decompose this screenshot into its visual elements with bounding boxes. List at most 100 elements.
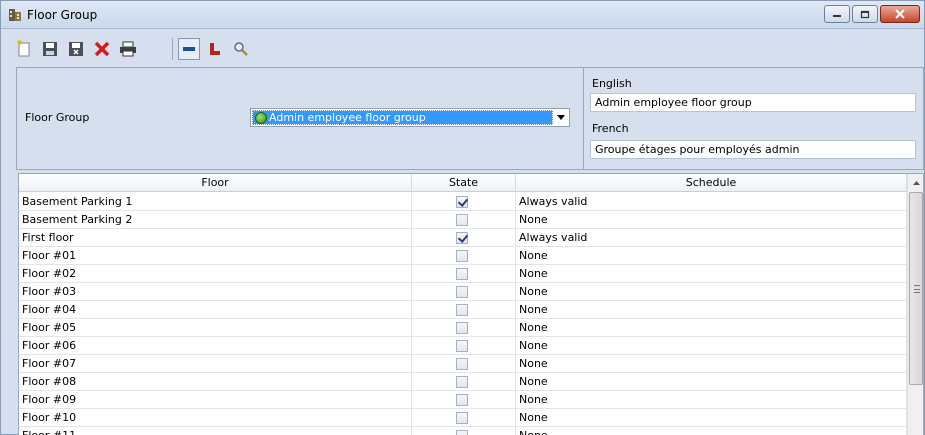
floor-group-window: Floor Group Floor Group Admin employee f… <box>0 0 925 435</box>
table-row[interactable]: Floor #04 None <box>19 301 907 319</box>
schedule-cell[interactable]: None <box>516 247 907 265</box>
state-cell <box>412 265 516 283</box>
state-cell <box>412 211 516 229</box>
schedule-cell[interactable]: None <box>516 409 907 427</box>
state-cell <box>412 229 516 247</box>
table-row[interactable]: Floor #06 None <box>19 337 907 355</box>
new-icon <box>17 40 30 57</box>
floor-group-app-icon <box>9 9 21 21</box>
schedule-cell[interactable]: None <box>516 319 907 337</box>
state-cell <box>412 337 516 355</box>
state-cell <box>412 391 516 409</box>
print-button[interactable] <box>117 38 139 60</box>
minimize-button[interactable] <box>824 5 850 23</box>
french-field[interactable] <box>590 140 916 159</box>
floor-cell: Floor #11 <box>19 427 412 435</box>
floor-group-panel: Floor Group Admin employee floor group <box>16 67 584 170</box>
delete-button[interactable] <box>91 38 113 60</box>
schedule-cell[interactable]: None <box>516 283 907 301</box>
state-checkbox[interactable] <box>456 214 468 226</box>
close-icon <box>895 9 905 19</box>
floor-cell: Floor #06 <box>19 337 412 355</box>
new-button[interactable] <box>13 38 35 60</box>
state-checkbox[interactable] <box>456 340 468 352</box>
table-row[interactable]: Floor #08 None <box>19 373 907 391</box>
english-field[interactable] <box>590 93 916 112</box>
state-checkbox[interactable] <box>456 304 468 316</box>
table-row[interactable]: Floor #10 None <box>19 409 907 427</box>
schedule-cell[interactable]: Always valid <box>516 229 907 247</box>
schedule-cell[interactable]: None <box>516 211 907 229</box>
search-icon <box>234 42 248 56</box>
delete-icon <box>94 41 110 57</box>
state-checkbox[interactable] <box>456 376 468 388</box>
state-checkbox[interactable] <box>456 196 468 208</box>
floor-cell: Basement Parking 1 <box>19 193 412 211</box>
floor-cell: Floor #09 <box>19 391 412 409</box>
print-icon <box>120 41 136 57</box>
table-row[interactable]: Floor #09 None <box>19 391 907 409</box>
scroll-thumb[interactable] <box>909 192 923 385</box>
grid-header: Floor State Schedule <box>19 174 907 192</box>
floor-button[interactable] <box>204 38 226 60</box>
toolbar-separator <box>172 38 173 60</box>
state-cell <box>412 409 516 427</box>
state-checkbox[interactable] <box>456 268 468 280</box>
schedule-cell[interactable]: Always valid <box>516 193 907 211</box>
floors-grid: Floor State Schedule Basement Parking 1 A… <box>18 173 924 435</box>
floor-cell: Floor #04 <box>19 301 412 319</box>
search-button[interactable] <box>230 38 252 60</box>
state-cell <box>412 247 516 265</box>
schedule-cell[interactable]: None <box>516 337 907 355</box>
table-row[interactable]: Floor #02 None <box>19 265 907 283</box>
title-bar[interactable]: Floor Group <box>1 1 924 29</box>
scroll-up-button[interactable] <box>908 174 923 191</box>
table-row[interactable]: Basement Parking 1 Always valid <box>19 193 907 211</box>
state-cell <box>412 301 516 319</box>
dropdown-arrow[interactable] <box>552 109 569 126</box>
close-button[interactable] <box>880 5 920 23</box>
column-header-floor[interactable]: Floor <box>19 174 412 192</box>
save-close-button[interactable] <box>65 38 87 60</box>
floor-cell: Floor #07 <box>19 355 412 373</box>
floor-group-value: Admin employee floor group <box>269 111 426 124</box>
window-title: Floor Group <box>27 8 98 22</box>
table-row[interactable]: Floor #11 None <box>19 427 907 435</box>
schedule-cell[interactable]: None <box>516 427 907 435</box>
state-checkbox[interactable] <box>456 232 468 244</box>
floor-cell: Floor #01 <box>19 247 412 265</box>
table-row[interactable]: Basement Parking 2 None <box>19 211 907 229</box>
schedule-cell[interactable]: None <box>516 265 907 283</box>
table-row[interactable]: Floor #03 None <box>19 283 907 301</box>
vertical-scrollbar[interactable] <box>907 174 923 435</box>
save-button[interactable] <box>39 38 61 60</box>
column-header-state[interactable]: State <box>412 174 516 192</box>
restore-button[interactable] <box>852 5 878 23</box>
save-close-icon <box>69 42 83 56</box>
table-row[interactable]: First floor Always valid <box>19 229 907 247</box>
schedule-cell[interactable]: None <box>516 301 907 319</box>
table-row[interactable]: Floor #01 None <box>19 247 907 265</box>
schedule-cell[interactable]: None <box>516 355 907 373</box>
column-header-schedule[interactable]: Schedule <box>516 174 907 192</box>
floor-cell: Floor #03 <box>19 283 412 301</box>
state-checkbox[interactable] <box>456 250 468 262</box>
minimize-icon <box>833 15 841 17</box>
save-icon <box>43 42 57 56</box>
state-checkbox[interactable] <box>456 286 468 298</box>
floor-group-dropdown[interactable]: Admin employee floor group <box>250 108 570 127</box>
floor-cell: Floor #08 <box>19 373 412 391</box>
state-cell <box>412 283 516 301</box>
table-row[interactable]: Floor #07 None <box>19 355 907 373</box>
restore-icon <box>860 10 870 19</box>
state-checkbox[interactable] <box>456 394 468 406</box>
state-checkbox[interactable] <box>456 322 468 334</box>
schedule-cell[interactable]: None <box>516 373 907 391</box>
state-checkbox[interactable] <box>456 412 468 424</box>
state-checkbox[interactable] <box>456 430 468 435</box>
scroll-up-icon <box>912 180 920 185</box>
collapse-button[interactable] <box>178 38 200 60</box>
schedule-cell[interactable]: None <box>516 391 907 409</box>
state-checkbox[interactable] <box>456 358 468 370</box>
table-row[interactable]: Floor #05 None <box>19 319 907 337</box>
